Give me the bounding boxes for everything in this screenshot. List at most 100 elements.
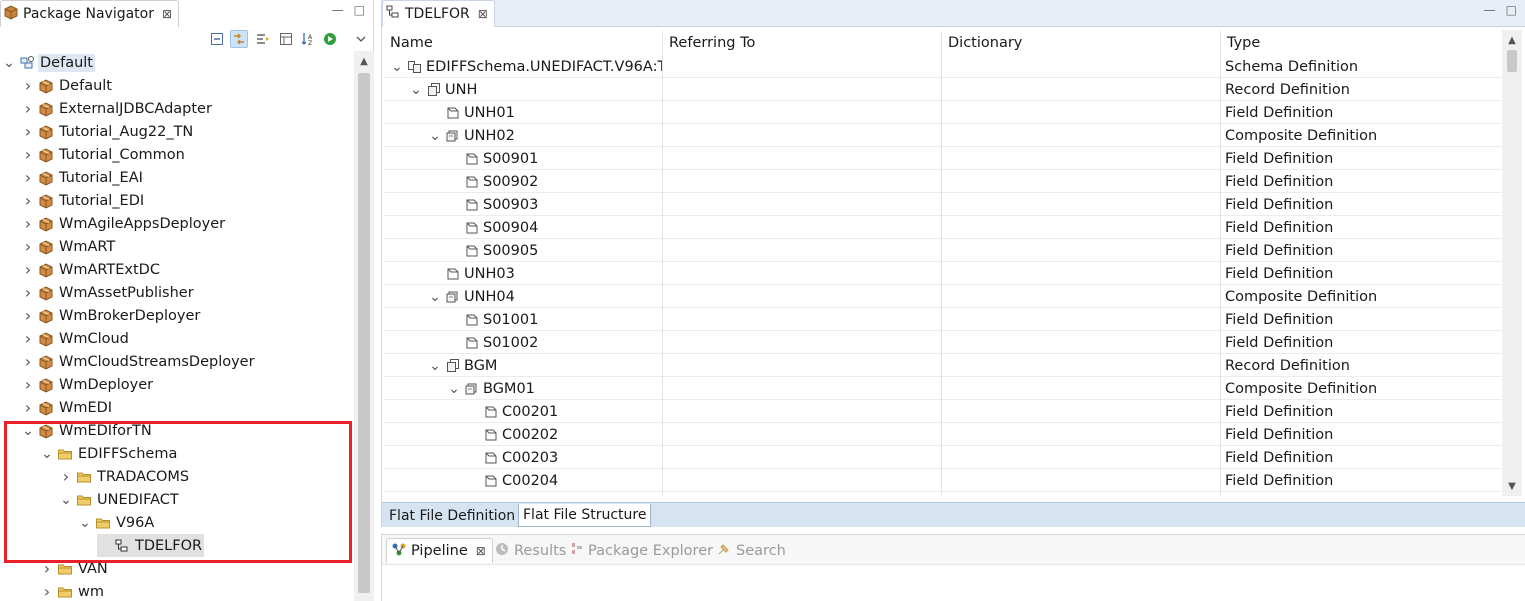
cell-dictionary[interactable] — [942, 446, 1221, 469]
chevron-right-icon[interactable]: › — [21, 166, 35, 189]
chevron-right-icon[interactable]: › — [21, 281, 35, 304]
tab-flat-file-structure[interactable]: Flat File Structure — [518, 504, 652, 527]
scroll-down-icon[interactable]: ▼ — [1502, 478, 1522, 494]
chevron-right-icon[interactable]: › — [21, 304, 35, 327]
table-row[interactable]: S00905 Field Definition — [384, 239, 1502, 262]
tree-item[interactable]: › VAN — [40, 557, 110, 580]
cell-referring-to[interactable] — [663, 285, 942, 308]
table-row[interactable]: S00903 Field Definition — [384, 193, 1502, 216]
cell-dictionary[interactable] — [942, 147, 1221, 170]
tree-item[interactable]: ⌄ V96A — [78, 511, 156, 534]
cell-referring-to[interactable] — [663, 193, 942, 216]
tree-item[interactable]: › WmARTExtDC — [21, 258, 162, 281]
table-row[interactable]: C00203 Field Definition — [384, 446, 1502, 469]
tree-item[interactable]: ⌄ WmEDIforTN — [21, 419, 154, 442]
chevron-right-icon[interactable]: › — [59, 465, 73, 488]
table-row[interactable]: S01001 Field Definition — [384, 308, 1502, 331]
tree-item[interactable]: › WmDeployer — [21, 373, 155, 396]
maximize-icon[interactable]: □ — [354, 3, 365, 17]
column-header-type[interactable]: Type — [1221, 31, 1502, 55]
tree-item[interactable]: › WmBrokerDeployer — [21, 304, 202, 327]
cell-referring-to[interactable] — [663, 78, 942, 101]
chevron-right-icon[interactable]: › — [21, 235, 35, 258]
link-with-editor-icon[interactable] — [230, 30, 248, 48]
tree-item[interactable]: › WmCloud — [21, 327, 131, 350]
cell-referring-to[interactable] — [663, 101, 942, 124]
filter-icon[interactable] — [254, 30, 272, 48]
structure-grid-body[interactable]: ⌄ EDIFFSchema.UNEDIFACT.V96A:TD Schema Def… — [384, 55, 1502, 495]
cell-dictionary[interactable] — [942, 354, 1221, 377]
grid-scrollbar[interactable]: ▲ ▼ — [1502, 30, 1522, 496]
chevron-down-icon[interactable]: ⌄ — [2, 51, 16, 74]
sort-icon[interactable]: AZ — [299, 30, 317, 48]
tree-item[interactable]: › Tutorial_Common — [21, 143, 187, 166]
tree-item[interactable]: › TRADACOMS — [59, 465, 191, 488]
chevron-down-icon[interactable]: ⌄ — [409, 83, 423, 97]
table-row[interactable]: ⌄ BGM Record Definition — [384, 354, 1502, 377]
scrollbar-thumb[interactable] — [358, 73, 370, 593]
chevron-down-icon[interactable]: ⌄ — [428, 359, 442, 373]
chevron-down-icon[interactable]: ⌄ — [59, 488, 73, 511]
cell-dictionary[interactable] — [942, 78, 1221, 101]
chevron-right-icon[interactable]: › — [21, 327, 35, 350]
chevron-right-icon[interactable]: › — [21, 120, 35, 143]
minimize-icon[interactable]: — — [332, 3, 344, 17]
column-header-dictionary[interactable]: Dictionary — [942, 31, 1221, 55]
tree-item[interactable]: ⌄ Default — [2, 51, 95, 74]
tab-search[interactable]: Search — [716, 538, 786, 563]
cell-dictionary[interactable] — [942, 101, 1221, 124]
chevron-down-icon[interactable]: ⌄ — [390, 60, 404, 74]
collapse-all-icon[interactable] — [208, 30, 226, 48]
table-row[interactable]: ⌄ EDIFFSchema.UNEDIFACT.V96A:TD Schema Def… — [384, 55, 1502, 78]
cell-dictionary[interactable] — [942, 193, 1221, 216]
cell-referring-to[interactable] — [663, 170, 942, 193]
cell-referring-to[interactable] — [663, 423, 942, 446]
chevron-down-icon[interactable]: ⌄ — [78, 511, 92, 534]
chevron-right-icon[interactable]: › — [40, 580, 54, 601]
tab-flat-file-definition[interactable]: Flat File Definition — [385, 504, 520, 527]
cell-dictionary[interactable] — [942, 216, 1221, 239]
table-row[interactable]: ⌄ UNH Record Definition — [384, 78, 1502, 101]
cell-referring-to[interactable] — [663, 400, 942, 423]
cell-dictionary[interactable] — [942, 423, 1221, 446]
table-row[interactable]: C00204 Field Definition — [384, 469, 1502, 492]
editor-tab-tdelfor[interactable]: TDELFOR ⊠ — [382, 0, 495, 27]
chevron-right-icon[interactable]: › — [21, 143, 35, 166]
tree-item[interactable]: › WmCloudStreamsDeployer — [21, 350, 257, 373]
table-row[interactable]: ⌄ UNH04 Composite Definition — [384, 285, 1502, 308]
chevron-right-icon[interactable]: › — [21, 74, 35, 97]
tree-item[interactable]: › WmEDI — [21, 396, 114, 419]
cell-referring-to[interactable] — [663, 446, 942, 469]
cell-referring-to[interactable] — [663, 469, 942, 492]
scrollbar-thumb[interactable] — [1507, 50, 1517, 72]
chevron-right-icon[interactable]: › — [21, 396, 35, 419]
cell-referring-to[interactable] — [663, 354, 942, 377]
chevron-down-icon[interactable]: ⌄ — [428, 129, 442, 143]
cell-referring-to[interactable] — [663, 308, 942, 331]
close-icon[interactable]: ⊠ — [476, 544, 486, 558]
tab-pipeline[interactable]: Pipeline ⊠ — [386, 538, 493, 563]
table-row[interactable]: ⌄ BGM01 Composite Definition — [384, 377, 1502, 400]
run-icon[interactable] — [321, 30, 339, 48]
column-header-referring-to[interactable]: Referring To — [663, 31, 942, 55]
package-tree[interactable]: ⌄ Default › Default › ExternalJDBCAdapter › Tut… — [0, 51, 354, 601]
scroll-up-icon[interactable]: ▲ — [354, 53, 374, 69]
tree-item[interactable]: › WmAssetPublisher — [21, 281, 196, 304]
tree-item[interactable]: TDELFOR — [97, 534, 205, 557]
chevron-down-icon[interactable]: ⌄ — [40, 442, 54, 465]
table-row[interactable]: UNH03 Field Definition — [384, 262, 1502, 285]
minimize-icon[interactable]: — — [1484, 3, 1496, 17]
chevron-right-icon[interactable]: › — [21, 373, 35, 396]
chevron-right-icon[interactable]: › — [21, 212, 35, 235]
chevron-right-icon[interactable]: › — [21, 258, 35, 281]
chevron-right-icon[interactable]: › — [21, 189, 35, 212]
cell-dictionary[interactable] — [942, 331, 1221, 354]
cell-referring-to[interactable] — [663, 331, 942, 354]
chevron-down-icon[interactable]: ⌄ — [428, 290, 442, 304]
table-row[interactable]: S00904 Field Definition — [384, 216, 1502, 239]
tree-item[interactable]: › Default — [21, 74, 114, 97]
chevron-right-icon[interactable]: › — [21, 97, 35, 120]
table-row[interactable]: UNH01 Field Definition — [384, 101, 1502, 124]
tree-item[interactable]: › Tutorial_EAI — [21, 166, 145, 189]
cell-dictionary[interactable] — [942, 170, 1221, 193]
